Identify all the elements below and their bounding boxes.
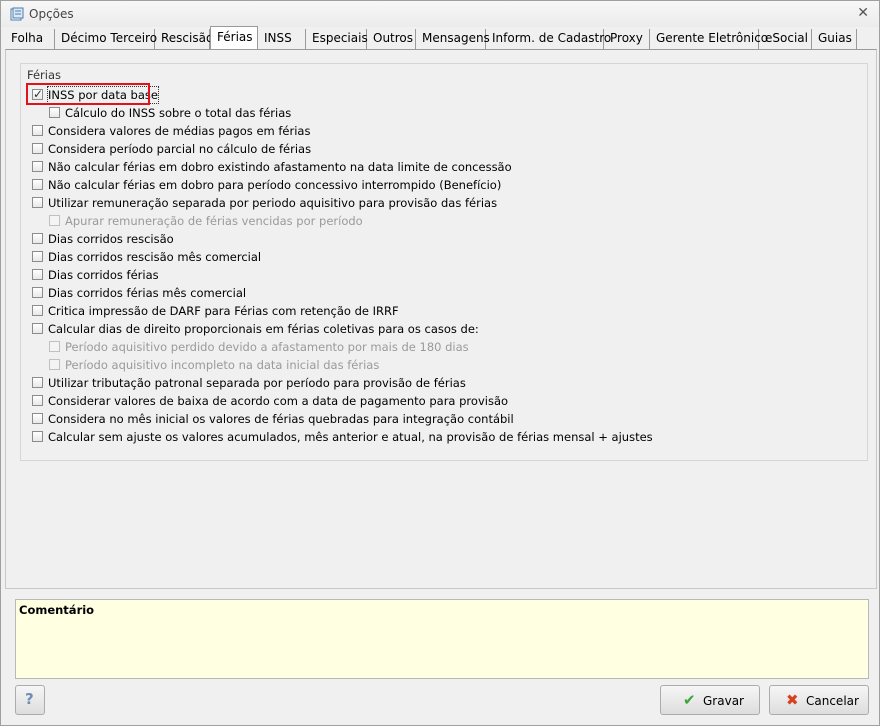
option-label: Utilizar tributação patronal separada po…: [48, 376, 466, 390]
tab-rescisão[interactable]: Rescisão: [155, 29, 213, 49]
option-label: Não calcular férias em dobro para períod…: [48, 178, 502, 192]
highlight-box: [26, 83, 150, 105]
save-label: Gravar: [703, 694, 744, 708]
option-checkbox[interactable]: [32, 395, 43, 406]
comment-box: Comentário: [15, 599, 869, 679]
option-checkbox[interactable]: [32, 161, 43, 172]
option-checkbox[interactable]: [32, 431, 43, 442]
tab-mensagens[interactable]: Mensagens: [416, 29, 490, 49]
option-label: Apurar remuneração de férias vencidas po…: [65, 214, 363, 228]
tab-gerente-eletrônico[interactable]: Gerente Eletrônico: [650, 29, 768, 49]
tab-férias[interactable]: Férias: [210, 26, 258, 50]
options-window: Opções ✕ Folha Décimo Terceiro Rescisão Fér…: [0, 0, 880, 726]
option-label: Dias corridos férias: [48, 268, 159, 282]
option-checkbox[interactable]: [32, 323, 43, 334]
close-icon[interactable]: ✕: [857, 6, 869, 20]
option-label: Considera período parcial no cálculo de …: [48, 142, 312, 156]
x-icon: ✖: [786, 691, 799, 709]
option-checkbox[interactable]: [32, 251, 43, 262]
option-checkbox[interactable]: [32, 197, 43, 208]
option-checkbox: [49, 215, 60, 226]
tab-guias[interactable]: Guias: [812, 29, 857, 49]
option-checkbox[interactable]: [32, 305, 43, 316]
check-icon: ✔: [683, 691, 696, 709]
option-label: Considera valores de médias pagos em fér…: [48, 124, 311, 138]
option-checkbox[interactable]: [49, 107, 60, 118]
option-checkbox[interactable]: [32, 143, 43, 154]
option-checkbox: [49, 341, 60, 352]
options-window-icon: [10, 7, 24, 21]
tab-proxy[interactable]: Proxy: [604, 29, 650, 49]
cancel-label: Cancelar: [806, 694, 859, 708]
option-label: Período aquisitivo incompleto na data in…: [65, 358, 380, 372]
option-label: Considera no mês inicial os valores de f…: [48, 412, 514, 426]
group-title: Férias: [27, 68, 62, 82]
cancel-button[interactable]: ✖ Cancelar: [769, 685, 869, 715]
option-label: Dias corridos férias mês comercial: [48, 286, 247, 300]
tab-bar: Folha Décimo Terceiro Rescisão Férias INSS Es…: [5, 26, 877, 50]
option-label: Cálculo do INSS sobre o total das férias: [65, 106, 292, 120]
option-label: Não calcular férias em dobro existindo a…: [48, 160, 512, 174]
option-checkbox[interactable]: [32, 377, 43, 388]
tab-inss[interactable]: INSS: [258, 29, 306, 49]
tab-folha[interactable]: Folha: [5, 29, 55, 49]
option-checkbox[interactable]: [32, 179, 43, 190]
option-checkbox: [49, 359, 60, 370]
tab-especiais[interactable]: Especiais: [306, 29, 368, 49]
option-checkbox[interactable]: [32, 413, 43, 424]
option-label: Dias corridos rescisão mês comercial: [48, 250, 262, 264]
option-checkbox[interactable]: [32, 287, 43, 298]
tab-esocial[interactable]: eSocial: [759, 29, 812, 49]
option-label: Calcular sem ajuste os valores acumulado…: [48, 430, 653, 444]
option-label: Período aquisitivo perdido devido a afas…: [65, 340, 469, 354]
option-label: Utilizar remuneração separada por period…: [48, 196, 498, 210]
option-label: Considerar valores de baixa de acordo co…: [48, 394, 509, 408]
help-button[interactable]: ?: [15, 685, 45, 715]
comment-title: Comentário: [19, 603, 95, 617]
option-label: Calcular dias de direito proporcionais e…: [48, 322, 479, 336]
save-button[interactable]: ✔ Gravar: [660, 685, 760, 715]
option-checkbox[interactable]: [32, 233, 43, 244]
option-checkbox[interactable]: [32, 269, 43, 280]
title-bar: Opções ✕: [1, 1, 879, 27]
tab-inform-de-cadastro[interactable]: Inform. de Cadastro: [486, 29, 611, 49]
option-checkbox[interactable]: [32, 125, 43, 136]
option-label: Critica impressão de DARF para Férias co…: [48, 304, 399, 318]
option-label: Dias corridos rescisão: [48, 232, 174, 246]
help-icon: ?: [25, 690, 34, 708]
tab-outros[interactable]: Outros: [367, 29, 416, 49]
tab-décimo-terceiro[interactable]: Décimo Terceiro: [55, 29, 157, 49]
window-title: Opções: [29, 7, 74, 21]
